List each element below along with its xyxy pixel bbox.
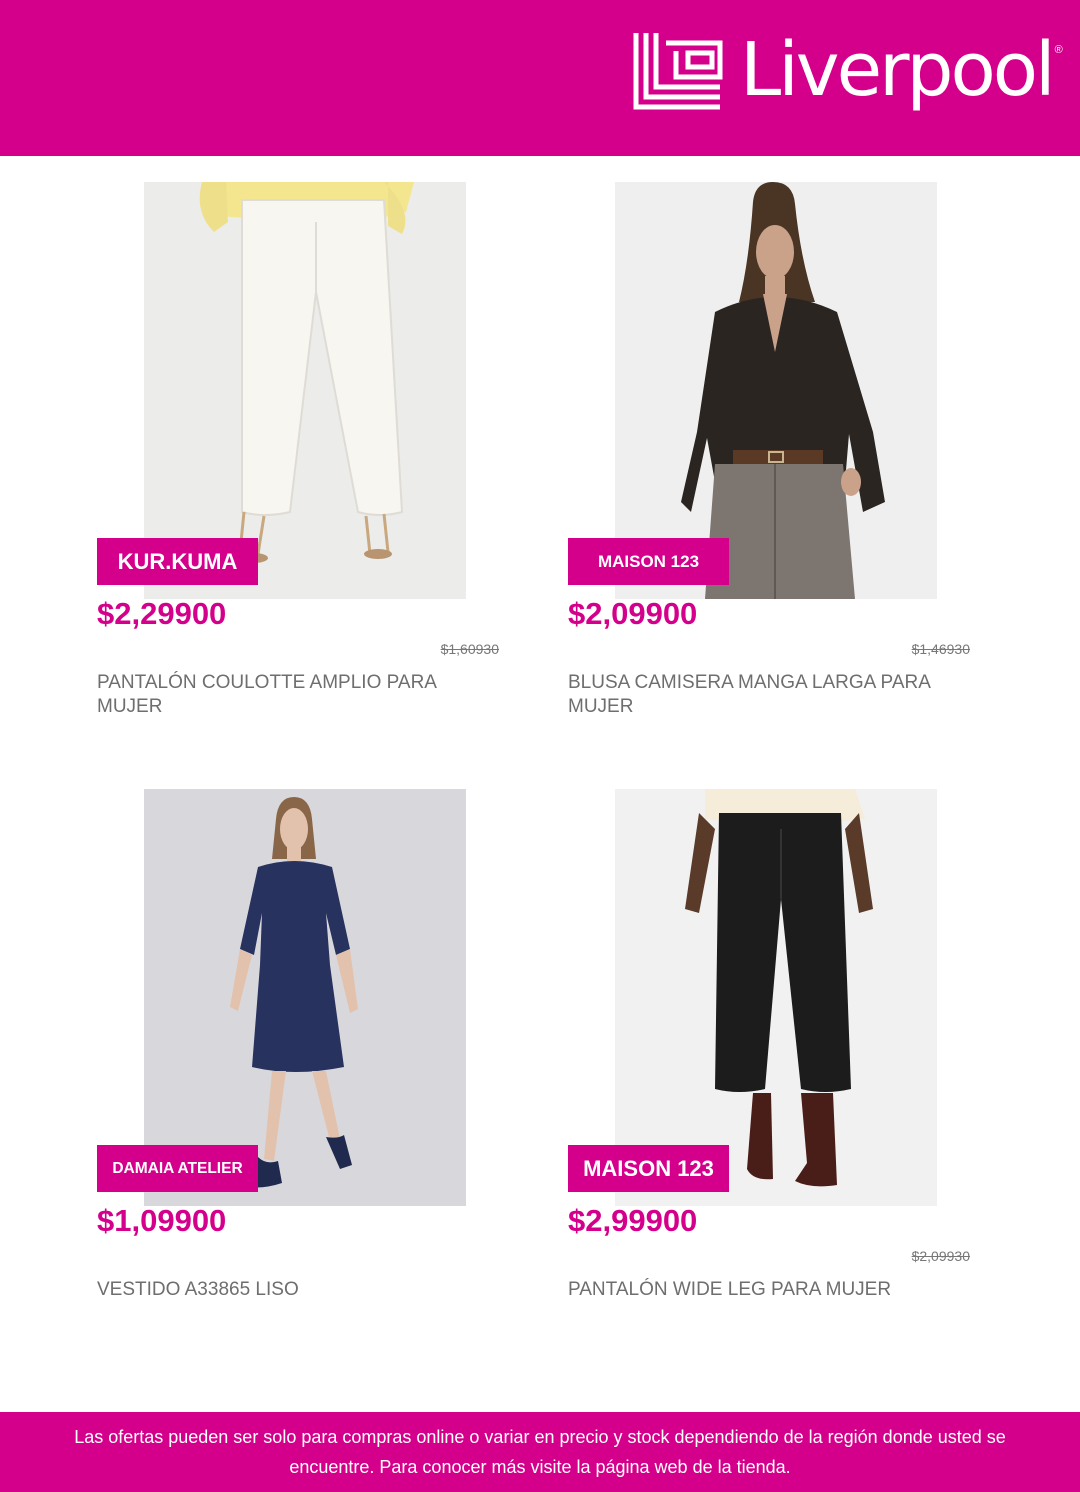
old-price: $1,60930 (440, 641, 499, 657)
disclaimer-text: Las ofertas pueden ser solo para compras… (74, 1427, 1006, 1477)
product-price: $2,09900 (568, 596, 698, 631)
brand-badge: MAISON 123 (568, 1145, 729, 1192)
logo-wordmark: Liverpool (740, 27, 1056, 113)
registered-mark: ® (1054, 44, 1063, 56)
product-card[interactable]: MAISON 123 $2,99900 $2,09930 PANTALÓN WI… (568, 789, 988, 1349)
product-name[interactable]: PANTALÓN COULOTTE AMPLIO PARA MUJER (97, 671, 477, 719)
black-wide-leg-pants-photo[interactable] (615, 789, 937, 1206)
navy-dress-photo[interactable] (144, 789, 466, 1206)
brand-badge: DAMAIA ATELIER (97, 1145, 258, 1192)
product-price: $2,99900 (568, 1203, 698, 1238)
liverpool-logo[interactable]: Liverpool ® (632, 30, 1064, 130)
old-price: $1,46930 (911, 641, 970, 657)
product-price: $2,29900 (97, 596, 227, 631)
product-card[interactable]: DAMAIA ATELIER $1,09900 VESTIDO A33865 L… (97, 789, 517, 1349)
product-name[interactable]: BLUSA CAMISERA MANGA LARGA PARA MUJER (568, 671, 948, 719)
product-name[interactable]: VESTIDO A33865 LISO (97, 1278, 477, 1302)
brand-badge: MAISON 123 (568, 538, 729, 585)
brand-badge: KUR.KUMA (97, 538, 258, 585)
disclaimer-footer: Las ofertas pueden ser solo para compras… (0, 1412, 1080, 1492)
old-price: $2,09930 (911, 1248, 970, 1264)
product-name[interactable]: PANTALÓN WIDE LEG PARA MUJER (568, 1278, 948, 1302)
black-satin-blouse-photo[interactable] (615, 182, 937, 599)
product-card[interactable]: MAISON 123 $2,09900 $1,46930 BLUSA CAMIS… (568, 182, 988, 742)
product-price: $1,09900 (97, 1203, 227, 1238)
product-card[interactable]: KUR.KUMA $2,29900 $1,60930 PANTALÓN COUL… (97, 182, 517, 742)
header-bar: Liverpool ® (0, 0, 1080, 156)
liverpool-logo-icon (633, 33, 723, 110)
white-wide-pants-photo[interactable] (144, 182, 466, 599)
